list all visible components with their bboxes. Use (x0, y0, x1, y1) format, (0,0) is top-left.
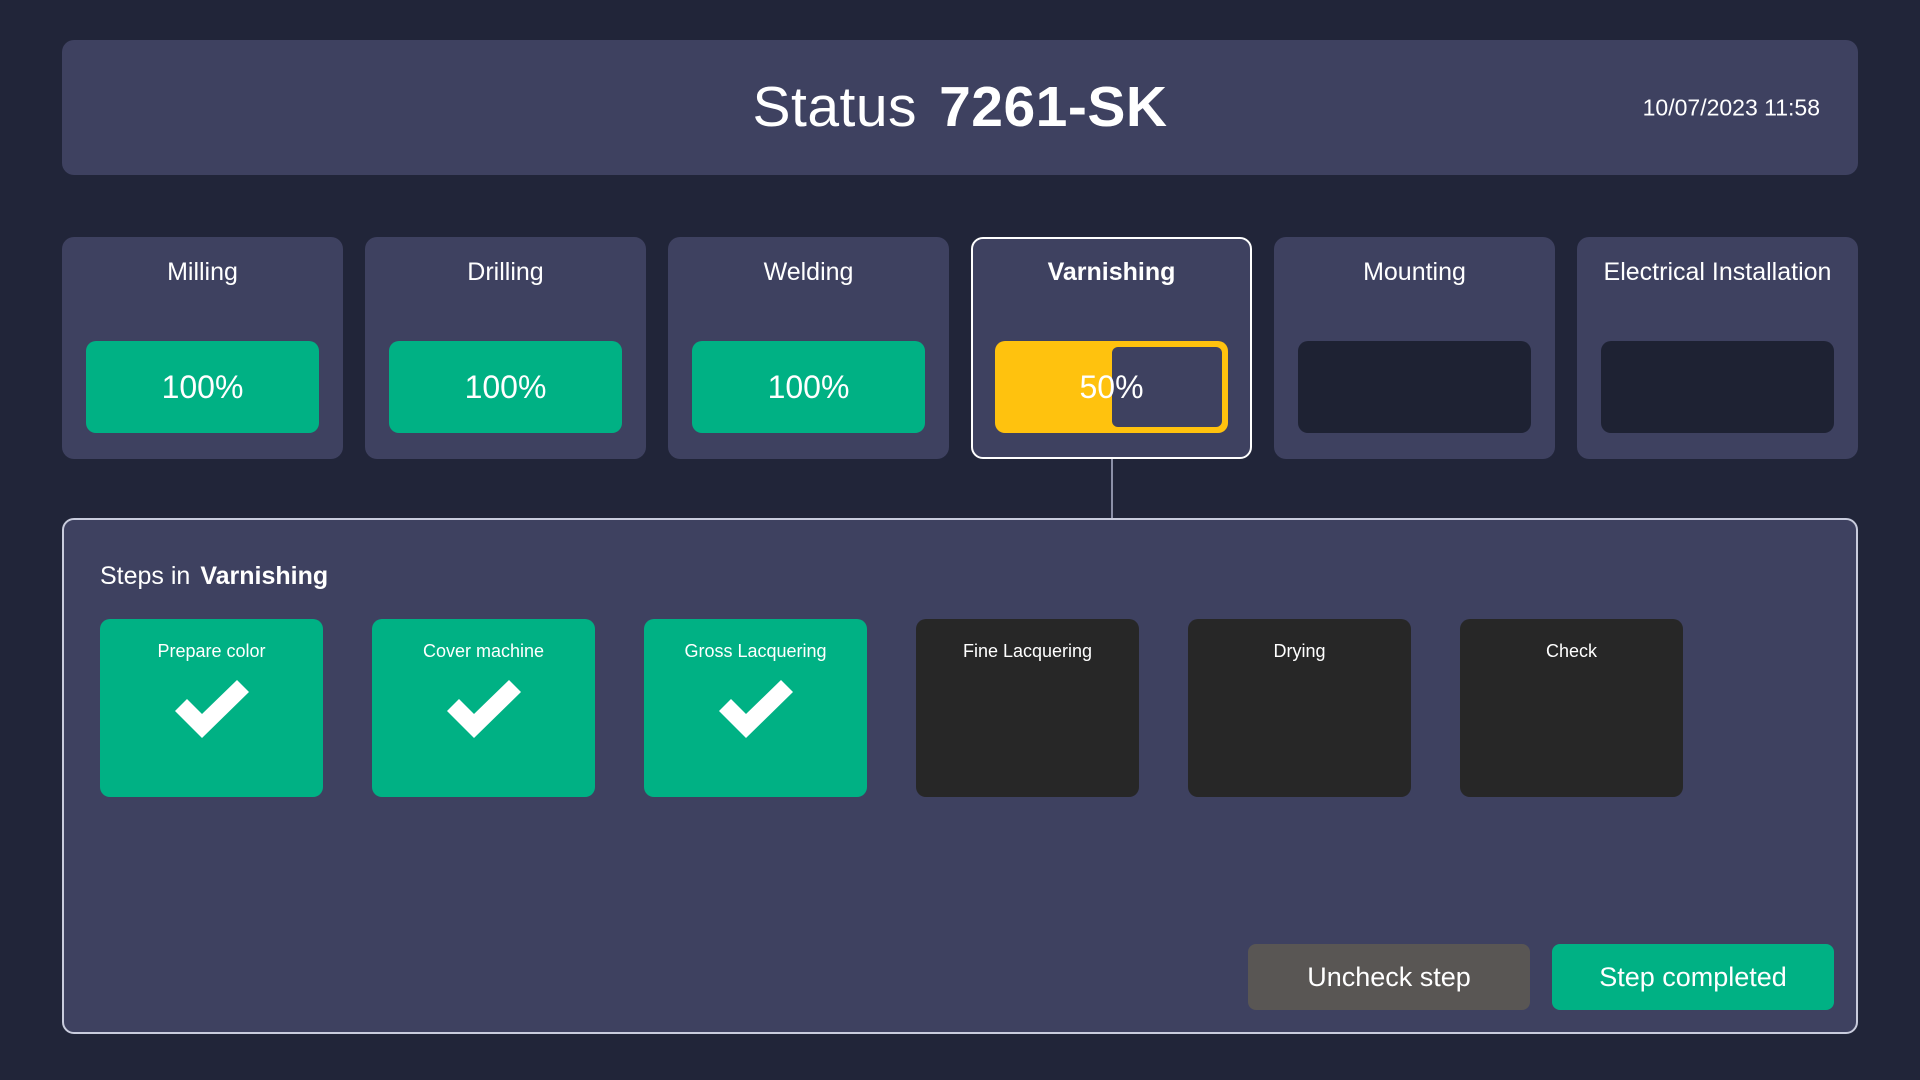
step-label: Gross Lacquering (684, 641, 827, 661)
stage-progress-bar: 100% (692, 341, 925, 433)
title-prefix: Status (752, 75, 918, 139)
check-icon (446, 680, 521, 738)
step-tile[interactable]: Check (1460, 619, 1683, 797)
step-tile[interactable]: Prepare color (100, 619, 323, 797)
stage-card-milling[interactable]: Milling 100% (62, 237, 343, 459)
stage-card-varnishing[interactable]: Varnishing 50% (971, 237, 1252, 459)
step-tiles: Prepare color Cover machine Gross Lacqueri… (100, 619, 1820, 797)
step-label: Cover machine (422, 641, 545, 661)
stage-progress-bar: 100% (389, 341, 622, 433)
header-bar: Status 7261-SK 10/07/2023 11:58 (62, 40, 1858, 175)
step-tile[interactable]: Cover machine (372, 619, 595, 797)
stage-connector-line (1110, 459, 1113, 518)
step-tile[interactable]: Drying (1188, 619, 1411, 797)
stage-card-welding[interactable]: Welding 100% (668, 237, 949, 459)
stage-name: Welding (763, 258, 854, 286)
stage-name: Milling (167, 258, 238, 286)
check-icon (718, 680, 793, 738)
stage-list: Milling 100% Drilling 100% Welding 100% Varnis… (62, 237, 1858, 459)
step-label: Prepare color (157, 641, 266, 661)
stage-name: Varnishing (1047, 258, 1176, 286)
stage-progress-label: 100% (767, 368, 850, 405)
order-id: 7261-SK (939, 75, 1168, 139)
step-label: Check (1545, 641, 1598, 661)
stage-progress-bar (1601, 341, 1834, 433)
step-completed-button[interactable]: Step completed (1552, 944, 1834, 1010)
steps-heading-stage: Varnishing (200, 562, 329, 590)
timestamp: 10/07/2023 11:58 (1642, 94, 1820, 120)
status-dashboard: Status 7261-SK 10/07/2023 11:58 Milling 1… (0, 0, 1920, 1080)
stage-card-drilling[interactable]: Drilling 100% (365, 237, 646, 459)
step-label: Fine Lacquering (962, 641, 1093, 661)
stage-name: Mounting (1363, 258, 1466, 286)
uncheck-step-button[interactable]: Uncheck step (1248, 944, 1530, 1010)
stage-card-mounting[interactable]: Mounting (1274, 237, 1555, 459)
stage-card-electrical-installation[interactable]: Electrical Installation (1577, 237, 1858, 459)
step-tile[interactable]: Fine Lacquering (916, 619, 1139, 797)
stage-progress-label: 50% (1079, 368, 1144, 405)
stage-progress-bar (1298, 341, 1531, 433)
steps-heading-prefix: Steps in (100, 562, 191, 590)
panel-actions: Uncheck step Step completed (1248, 944, 1834, 1010)
page-title: Status 7261-SK (752, 79, 1167, 136)
steps-panel: Steps in Varnishing Prepare color Cover m… (62, 518, 1858, 1034)
stage-name: Electrical Installation (1603, 258, 1832, 286)
step-label: Drying (1273, 641, 1326, 661)
stage-progress-label: 100% (161, 368, 244, 405)
stage-progress-bar: 100% (86, 341, 319, 433)
step-tile[interactable]: Gross Lacquering (644, 619, 867, 797)
steps-panel-heading: Steps in Varnishing (100, 562, 328, 591)
stage-progress-bar: 50% (995, 341, 1228, 433)
stage-progress-label: 100% (464, 368, 547, 405)
check-icon (174, 680, 249, 738)
stage-name: Drilling (467, 258, 544, 286)
